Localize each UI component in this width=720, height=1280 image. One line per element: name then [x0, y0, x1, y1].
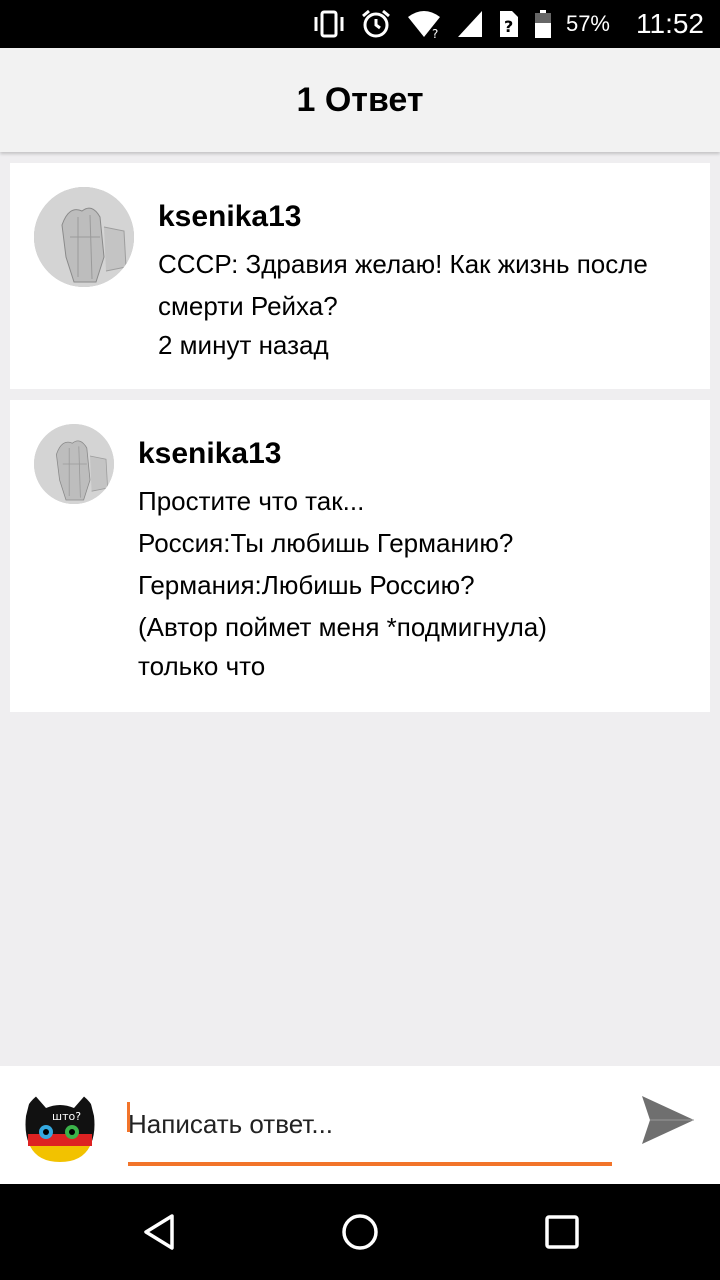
back-icon[interactable] [140, 1212, 180, 1252]
page-title: 1 Ответ [296, 80, 424, 119]
alarm-icon [361, 9, 390, 38]
comment-username[interactable]: ksenika13 [158, 199, 690, 235]
send-icon[interactable] [640, 1092, 696, 1148]
reply-input-underline [128, 1162, 612, 1166]
comment-timestamp: только что [138, 651, 266, 681]
svg-text:?: ? [432, 27, 438, 39]
wifi-icon: ? [407, 11, 440, 39]
comment-username[interactable]: ksenika13 [138, 436, 690, 472]
signal-icon [457, 11, 482, 37]
recents-icon[interactable] [542, 1212, 582, 1252]
vibrate-icon [314, 10, 344, 38]
svg-text:?: ? [504, 17, 513, 36]
comment-text: Простите что так... Россия:Ты любишь Гер… [138, 486, 547, 642]
avatar[interactable] [34, 424, 114, 504]
my-avatar[interactable]: што? [22, 1088, 98, 1164]
comment-card[interactable]: ksenika13 СССР: Здравия желаю! Как жизнь… [10, 163, 710, 389]
comment-timestamp: 2 минут назад [158, 330, 329, 360]
comment-card[interactable]: ksenika13 Простите что так... Россия:Ты … [10, 400, 710, 712]
unknown-sim-icon: ? [499, 11, 518, 37]
clock: 11:52 [636, 8, 704, 39]
reply-composer: што? [0, 1066, 720, 1184]
home-icon[interactable] [340, 1212, 380, 1252]
status-bar: ? ? 57% 11:52 [0, 0, 720, 48]
title-bar: 1 Ответ [0, 48, 720, 152]
avatar[interactable] [34, 187, 134, 287]
avatar-sketch-image [34, 424, 114, 504]
comment-body: ksenika13 Простите что так... Россия:Ты … [138, 436, 690, 684]
battery-icon [534, 10, 551, 38]
status-icons: ? ? 57% [312, 8, 610, 40]
comment-body: ksenika13 СССР: Здравия желаю! Как жизнь… [158, 199, 690, 363]
reply-input[interactable] [128, 1104, 608, 1144]
avatar-sketch-image [34, 187, 134, 287]
countryball-cat-avatar: што? [22, 1088, 98, 1164]
comment-text: СССР: Здравия желаю! Как жизнь после сме… [158, 249, 648, 321]
navigation-bar [0, 1184, 720, 1280]
avatar-caption: што? [52, 1110, 81, 1123]
battery-percent: 57% [565, 11, 610, 36]
